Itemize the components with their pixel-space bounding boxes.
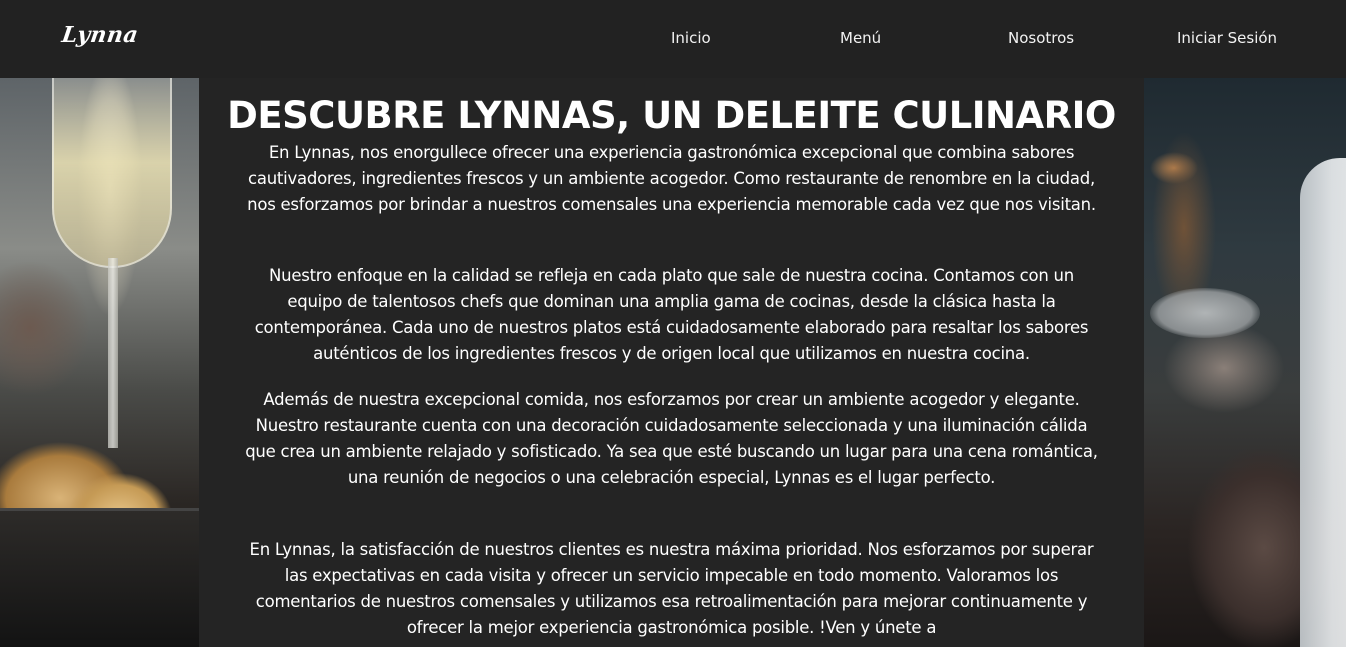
top-navbar: Lynna Inicio Menú Nosotros Iniciar Sesió… bbox=[0, 0, 1346, 78]
wine-glass-stem-image bbox=[108, 258, 118, 448]
plate-image bbox=[1150, 288, 1260, 338]
about-content-panel: DESCUBRE LYNNAS, UN DELEITE CULINARIO En… bbox=[199, 78, 1144, 647]
intro-paragraph: En Lynnas, nos enorgullece ofrecer una e… bbox=[247, 143, 1096, 214]
nav-link-login[interactable]: Iniciar Sesión bbox=[1177, 29, 1277, 47]
nav-link-menu[interactable]: Menú bbox=[840, 29, 881, 47]
satisfaction-paragraph: En Lynnas, la satisfacción de nuestros c… bbox=[249, 540, 1094, 637]
ambience-paragraph: Además de nuestra excepcional comida, no… bbox=[245, 390, 1098, 487]
quality-paragraph: Nuestro enfoque en la calidad se refleja… bbox=[254, 266, 1089, 363]
main-nav: Inicio Menú Nosotros Iniciar Sesión bbox=[0, 29, 1346, 51]
page-title: DESCUBRE LYNNAS, UN DELEITE CULINARIO bbox=[227, 94, 1116, 137]
wine-glass-image bbox=[52, 78, 172, 268]
diner-figure-image bbox=[1300, 158, 1346, 647]
bread-basket-image bbox=[0, 508, 200, 647]
nav-link-inicio[interactable]: Inicio bbox=[671, 29, 711, 47]
nav-link-nosotros[interactable]: Nosotros bbox=[1008, 29, 1074, 47]
